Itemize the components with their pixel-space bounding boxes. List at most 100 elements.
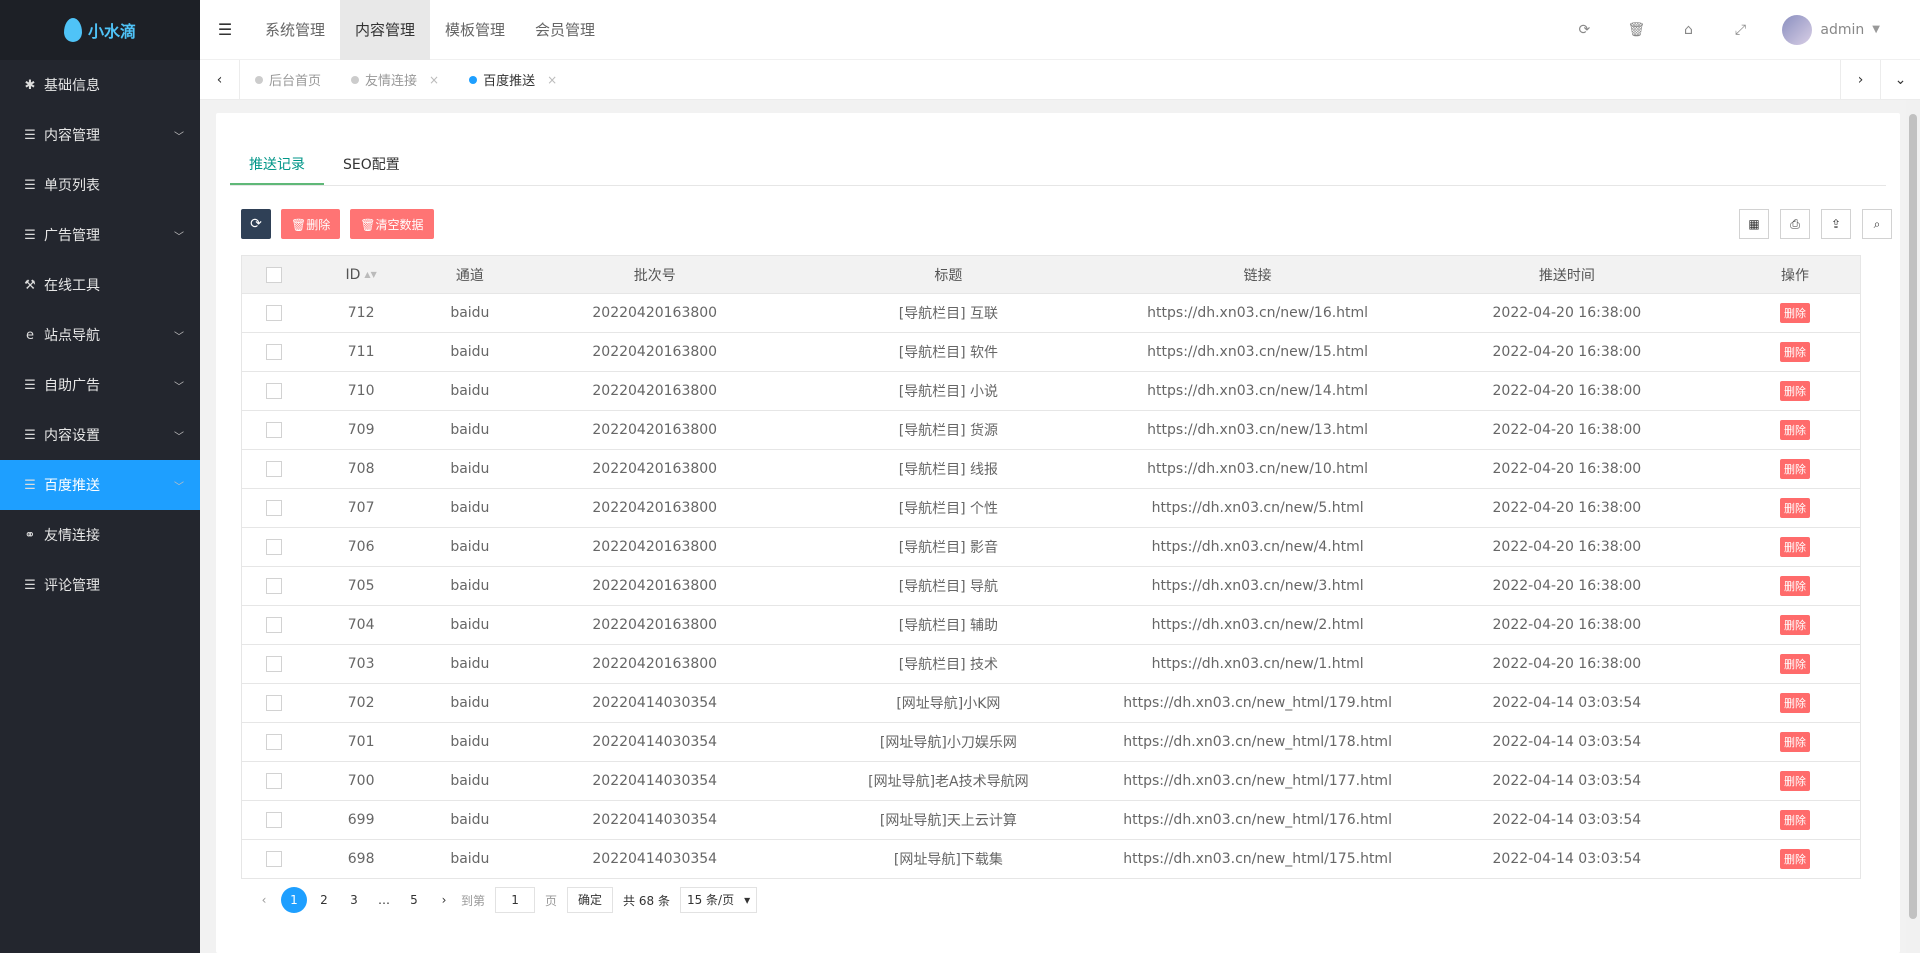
trash-icon[interactable]: 🗑: [1610, 22, 1662, 38]
row-delete-button[interactable]: 删除: [1779, 537, 1810, 557]
table-row: 700 baidu 20220414030354 [网址导航]老A技术导航网 https…: [241, 761, 1861, 801]
select-all-checkbox[interactable]: [266, 266, 283, 283]
page-tab[interactable]: 百度推送 ×: [454, 60, 572, 100]
refresh-button[interactable]: ⟳: [241, 209, 271, 239]
sidebar-item[interactable]: ☰ 评论管理: [0, 560, 200, 610]
print-icon[interactable]: ⎙: [1780, 209, 1810, 239]
table-cell: 2022-04-20 16:38:00: [1403, 527, 1730, 567]
sidebar-item[interactable]: ☰ 百度推送 ﹀: [0, 460, 200, 510]
scrollbar-thumb[interactable]: [1909, 114, 1917, 919]
sidebar-item[interactable]: ☰ 自助广告 ﹀: [0, 360, 200, 410]
sort-icon[interactable]: ▲▼: [364, 270, 376, 278]
table-row: 711 baidu 20220420163800 [导航栏目] 软件 https://d…: [241, 332, 1861, 372]
search-icon[interactable]: ⌕: [1862, 209, 1892, 239]
menu-toggle-icon[interactable]: ☰: [200, 0, 250, 60]
row-delete-button[interactable]: 删除: [1779, 771, 1810, 791]
row-checkbox[interactable]: [266, 539, 283, 555]
goto-confirm-button[interactable]: 确定: [567, 887, 614, 913]
row-checkbox[interactable]: [266, 422, 283, 438]
sidebar-item[interactable]: ☰ 内容设置 ﹀: [0, 410, 200, 460]
row-select-cell: [241, 800, 307, 840]
table-cell: 2022-04-20 16:38:00: [1403, 566, 1730, 606]
sidebar-item[interactable]: ☰ 内容管理 ﹀: [0, 110, 200, 160]
row-delete-button[interactable]: 删除: [1779, 576, 1810, 596]
row-delete-button[interactable]: 删除: [1779, 654, 1810, 674]
row-checkbox[interactable]: [266, 734, 283, 750]
action-cell: 删除: [1729, 722, 1861, 762]
refresh-icon[interactable]: ⟳: [1558, 22, 1610, 38]
row-checkbox[interactable]: [266, 383, 283, 399]
per-page-select[interactable]: 15 条/页 ▾: [679, 887, 758, 913]
row-checkbox[interactable]: [266, 305, 283, 321]
export-icon[interactable]: ⇪: [1821, 209, 1851, 239]
page-tab[interactable]: 友情连接 ×: [336, 60, 454, 100]
goto-page-input[interactable]: 1: [495, 887, 536, 913]
page-number[interactable]: 3: [341, 887, 367, 913]
sub-tab[interactable]: 推送记录: [230, 145, 324, 185]
sidebar-item-label: 单页列表: [44, 178, 100, 194]
row-delete-button[interactable]: 删除: [1779, 498, 1810, 518]
row-checkbox[interactable]: [266, 578, 283, 594]
close-icon[interactable]: ×: [429, 73, 439, 87]
next-page-icon[interactable]: ›: [431, 887, 457, 913]
sidebar-item[interactable]: ⚒ 在线工具: [0, 260, 200, 310]
delete-button[interactable]: 🗑删除: [281, 209, 341, 239]
action-cell: 删除: [1729, 800, 1861, 840]
sidebar-item[interactable]: ✱ 基础信息: [0, 60, 200, 110]
row-delete-button[interactable]: 删除: [1779, 849, 1810, 869]
home-icon[interactable]: ⌂: [1662, 22, 1714, 38]
tabs-menu-icon[interactable]: ⌄: [1880, 59, 1920, 100]
table-cell: https://dh.xn03.cn/new_html/179.html: [1111, 683, 1404, 723]
sub-tab[interactable]: SEO配置: [324, 145, 419, 185]
row-checkbox[interactable]: [266, 500, 283, 516]
row-checkbox[interactable]: [266, 617, 283, 633]
page-number[interactable]: 2: [311, 887, 337, 913]
top-nav-item[interactable]: 会员管理: [520, 0, 610, 60]
fullscreen-icon[interactable]: ⤢: [1714, 22, 1766, 38]
row-delete-button[interactable]: 删除: [1779, 810, 1810, 830]
row-delete-button[interactable]: 删除: [1779, 420, 1810, 440]
row-checkbox[interactable]: [266, 812, 283, 828]
row-delete-button[interactable]: 删除: [1779, 381, 1810, 401]
row-checkbox[interactable]: [266, 851, 283, 867]
action-cell: 删除: [1729, 488, 1861, 528]
page-scrollbar[interactable]: [1906, 100, 1920, 953]
table-cell: 699: [306, 800, 416, 840]
sidebar-item-label: 基础信息: [44, 78, 100, 94]
top-nav-item[interactable]: 模板管理: [430, 0, 520, 60]
row-delete-button[interactable]: 删除: [1779, 459, 1810, 479]
table-cell: baidu: [415, 605, 525, 645]
action-cell: 删除: [1729, 410, 1861, 450]
sidebar-item[interactable]: e 站点导航 ﹀: [0, 310, 200, 360]
columns-icon[interactable]: ▦: [1739, 209, 1769, 239]
table-row: 708 baidu 20220420163800 [导航栏目] 线报 https://d…: [241, 449, 1861, 489]
row-delete-button[interactable]: 删除: [1779, 615, 1810, 635]
row-delete-button[interactable]: 删除: [1779, 342, 1810, 362]
page-tab[interactable]: 后台首页: [240, 60, 336, 100]
table-cell: 711: [306, 332, 416, 372]
row-checkbox[interactable]: [266, 695, 283, 711]
sidebar-item[interactable]: ☰ 单页列表: [0, 160, 200, 210]
clear-data-button[interactable]: 🗑清空数据: [350, 209, 434, 239]
close-icon[interactable]: ×: [547, 73, 557, 87]
sidebar-item[interactable]: ☰ 广告管理 ﹀: [0, 210, 200, 260]
prev-page-icon[interactable]: ‹: [251, 887, 277, 913]
top-nav-item[interactable]: 内容管理: [340, 0, 431, 60]
row-checkbox[interactable]: [266, 461, 283, 477]
tabs-next-icon[interactable]: ›: [1840, 59, 1880, 100]
sidebar: 小水滴 ✱ 基础信息 ☰ 内容管理 ﹀ ☰ 单页列表 ☰ 广告管理 ﹀ ⚒ 在线工具 e 站点导航 ﹀ ☰ 自助…: [0, 0, 200, 953]
page-number[interactable]: 5: [401, 887, 427, 913]
user-menu[interactable]: admin ▼: [1766, 14, 1920, 45]
table-cell: 2022-04-14 03:03:54: [1403, 839, 1730, 879]
sidebar-item[interactable]: ⚭ 友情连接: [0, 510, 200, 560]
top-nav-item[interactable]: 系统管理: [250, 0, 340, 60]
tabs-prev-icon[interactable]: ‹: [200, 59, 240, 100]
row-delete-button[interactable]: 删除: [1779, 303, 1810, 323]
row-checkbox[interactable]: [266, 656, 283, 672]
row-delete-button[interactable]: 删除: [1779, 693, 1810, 713]
row-checkbox[interactable]: [266, 773, 283, 789]
row-checkbox[interactable]: [266, 344, 283, 360]
table-cell: 701: [306, 722, 416, 762]
page-number[interactable]: 1: [281, 887, 307, 913]
row-delete-button[interactable]: 删除: [1779, 732, 1810, 752]
